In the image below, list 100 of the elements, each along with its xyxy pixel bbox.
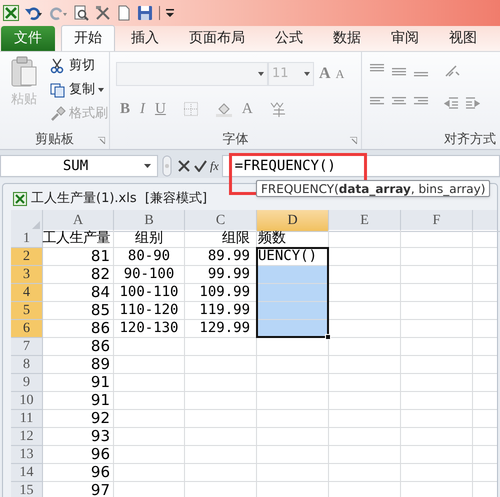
table-cell[interactable]	[329, 230, 401, 248]
grip-icon[interactable]	[162, 155, 172, 177]
row-header[interactable]: 6	[11, 320, 43, 338]
phonetic-guide-icon[interactable]	[268, 101, 287, 118]
dropdown-arrow-icon[interactable]	[144, 164, 151, 168]
table-cell[interactable]	[185, 356, 257, 374]
dropdown-arrow-icon[interactable]	[258, 72, 264, 76]
column-header[interactable]: F	[401, 210, 473, 232]
ribbon-tab[interactable]: 数据	[321, 26, 373, 51]
table-cell[interactable]	[329, 356, 401, 374]
redo-icon[interactable]	[49, 6, 67, 20]
formula-input[interactable]: =FREQUENCY()	[222, 155, 500, 177]
row-header[interactable]: 11	[11, 410, 43, 428]
table-cell[interactable]	[401, 356, 473, 374]
table-cell[interactable]: 91	[43, 392, 114, 410]
table-cell[interactable]: 96	[43, 446, 114, 464]
table-cell[interactable]	[185, 374, 257, 392]
table-cell[interactable]	[329, 266, 401, 284]
table-cell[interactable]	[114, 446, 185, 464]
row-header[interactable]: 2	[11, 248, 43, 266]
table-cell[interactable]: 85	[43, 302, 114, 320]
table-cell[interactable]	[185, 464, 257, 482]
clipboard-button[interactable]: 剪切	[50, 56, 108, 76]
table-cell[interactable]: 组别	[114, 230, 185, 248]
new-document-icon[interactable]	[117, 5, 131, 21]
table-cell[interactable]	[401, 230, 473, 248]
table-cell[interactable]	[329, 284, 401, 302]
table-cell[interactable]	[257, 410, 329, 428]
table-cell[interactable]: 84	[43, 284, 114, 302]
table-cell[interactable]	[114, 428, 185, 446]
table-cell[interactable]	[329, 392, 401, 410]
table-cell[interactable]	[329, 464, 401, 482]
dialog-launcher-icon[interactable]	[350, 137, 357, 144]
table-cell[interactable]: 93	[43, 428, 114, 446]
table-cell[interactable]: 92	[43, 410, 114, 428]
increase-indent-icon[interactable]	[466, 96, 480, 110]
text-orientation-icon[interactable]	[444, 64, 462, 78]
table-cell[interactable]: 频数	[257, 230, 329, 248]
table-cell[interactable]	[185, 428, 257, 446]
customize-toolbar-icon[interactable]	[166, 8, 174, 18]
decrease-indent-icon[interactable]	[444, 96, 458, 110]
table-cell[interactable]	[257, 464, 329, 482]
table-cell[interactable]: 90-100	[114, 266, 185, 284]
spreadsheet-app-icon[interactable]	[3, 5, 19, 21]
table-cell[interactable]	[329, 428, 401, 446]
table-cell[interactable]: 89.99	[185, 248, 257, 266]
table-cell[interactable]	[114, 464, 185, 482]
table-cell[interactable]	[114, 356, 185, 374]
table-cell[interactable]	[257, 356, 329, 374]
ribbon-tab[interactable]: 公式	[263, 26, 315, 51]
row-header[interactable]: 10	[11, 392, 43, 410]
table-cell[interactable]	[114, 392, 185, 410]
cancel-icon[interactable]	[178, 160, 190, 172]
table-cell[interactable]	[185, 410, 257, 428]
borders-icon[interactable]	[184, 102, 198, 116]
table-cell[interactable]	[401, 302, 473, 320]
table-cell[interactable]: 89	[43, 356, 114, 374]
table-cell[interactable]	[257, 284, 329, 302]
table-cell[interactable]	[329, 248, 401, 266]
table-cell[interactable]	[257, 428, 329, 446]
table-cell[interactable]	[114, 374, 185, 392]
table-cell[interactable]	[401, 284, 473, 302]
table-cell[interactable]: 119.99	[185, 302, 257, 320]
row-header[interactable]: 1	[11, 230, 43, 248]
row-header[interactable]: 7	[11, 338, 43, 356]
tools-icon[interactable]	[95, 5, 111, 21]
table-cell[interactable]	[329, 302, 401, 320]
table-cell[interactable]: 99.99	[185, 266, 257, 284]
table-cell[interactable]: 129.99	[185, 320, 257, 338]
table-cell[interactable]: 86	[43, 320, 114, 338]
table-cell[interactable]: 120-130	[114, 320, 185, 338]
row-header[interactable]: 13	[11, 446, 43, 464]
table-cell[interactable]	[257, 266, 329, 284]
table-cell[interactable]: 工人生产量	[43, 230, 114, 248]
table-cell[interactable]	[401, 374, 473, 392]
table-cell[interactable]	[257, 446, 329, 464]
table-cell[interactable]	[401, 464, 473, 482]
table-cell[interactable]	[329, 410, 401, 428]
table-cell[interactable]	[114, 410, 185, 428]
column-header[interactable]: B	[114, 210, 185, 232]
table-cell[interactable]	[401, 392, 473, 410]
ribbon-tab[interactable]: 视图	[437, 26, 489, 51]
table-cell[interactable]	[329, 374, 401, 392]
table-cell[interactable]	[185, 446, 257, 464]
undo-icon[interactable]	[25, 6, 43, 20]
dialog-launcher-icon[interactable]	[98, 137, 105, 144]
table-cell[interactable]	[401, 266, 473, 284]
table-cell[interactable]: 81	[43, 248, 114, 266]
table-cell[interactable]	[329, 446, 401, 464]
table-cell[interactable]: 97	[43, 482, 114, 497]
table-cell[interactable]: 80-90	[114, 248, 185, 266]
ribbon-tab[interactable]: 审阅	[379, 26, 431, 51]
column-header[interactable]: E	[329, 210, 401, 232]
table-cell[interactable]	[185, 392, 257, 410]
font-name-field[interactable]	[116, 62, 268, 86]
table-cell[interactable]	[401, 320, 473, 338]
table-cell[interactable]	[401, 428, 473, 446]
fill-color-icon[interactable]	[216, 101, 232, 118]
table-cell[interactable]	[401, 248, 473, 266]
table-cell[interactable]: 96	[43, 464, 114, 482]
